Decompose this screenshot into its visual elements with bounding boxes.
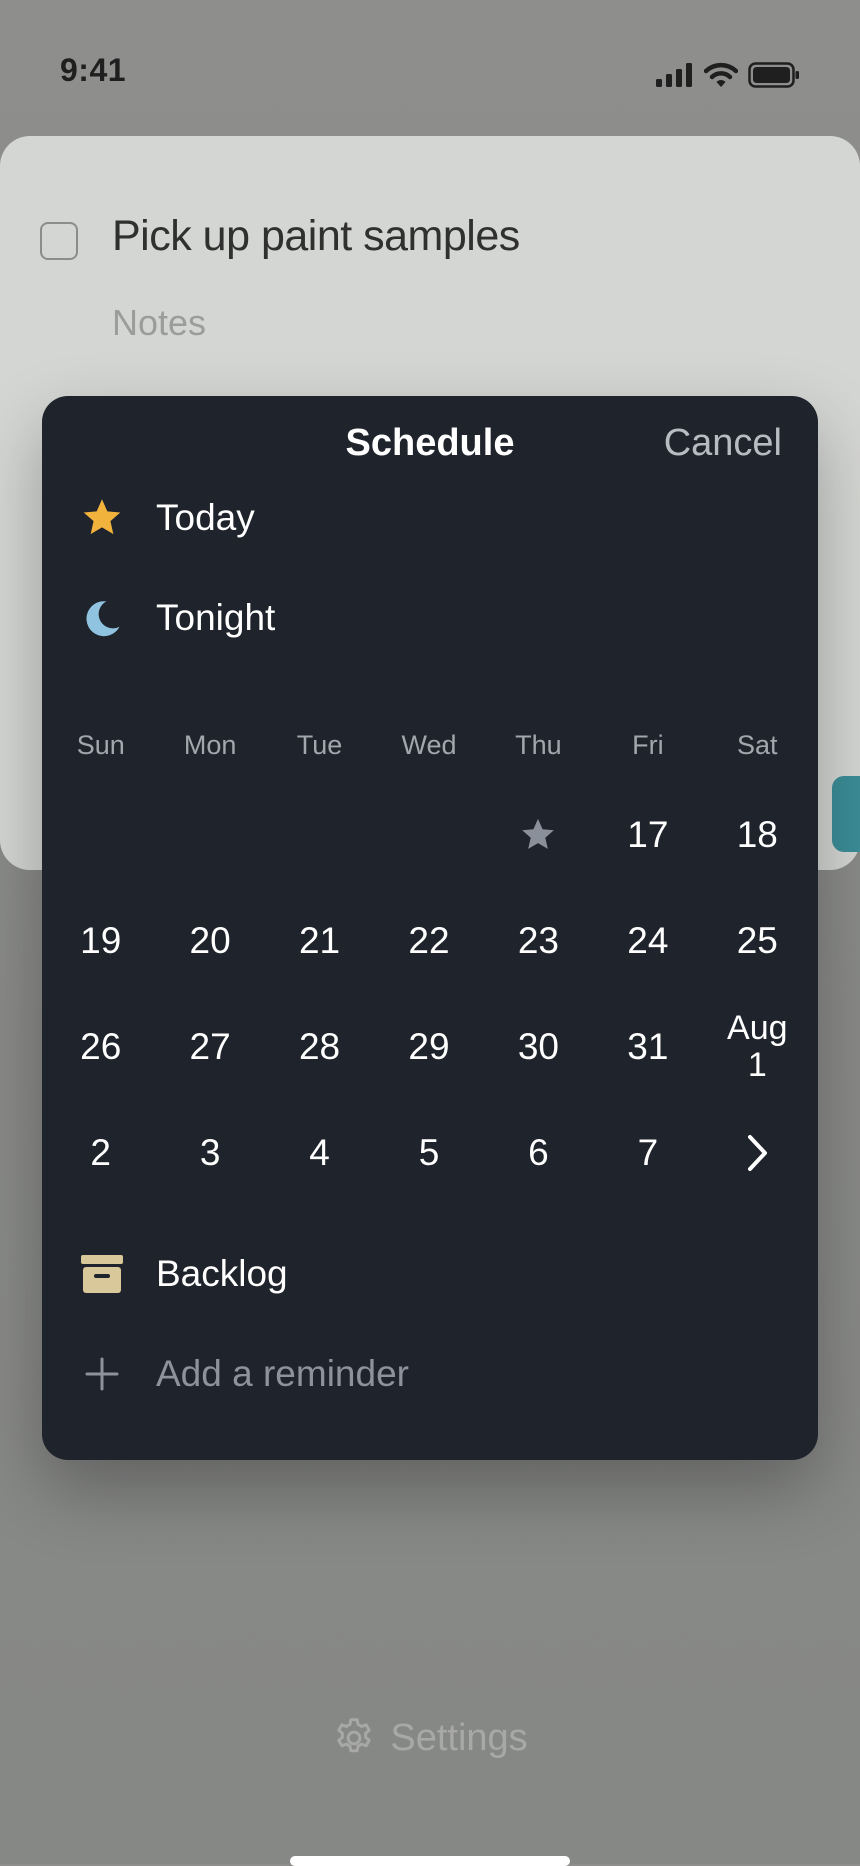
moon-icon <box>78 594 126 642</box>
calendar-empty-cell <box>155 782 264 888</box>
cancel-button[interactable]: Cancel <box>664 422 782 465</box>
calendar-day[interactable]: 21 <box>265 888 374 994</box>
calendar-day[interactable]: 22 <box>374 888 483 994</box>
star-icon <box>78 494 126 542</box>
calendar-day[interactable]: 6 <box>484 1100 593 1206</box>
calendar-day[interactable]: 17 <box>593 782 702 888</box>
backlog-option[interactable]: Backlog <box>78 1250 288 1298</box>
status-time: 9:41 <box>60 52 127 88</box>
calendar-day[interactable]: 29 <box>374 994 483 1100</box>
weekday-label: Thu <box>515 730 562 760</box>
weekday-label: Wed <box>401 730 457 760</box>
task-checkbox[interactable] <box>40 222 78 260</box>
status-icons <box>656 62 800 88</box>
calendar-day[interactable]: 20 <box>155 888 264 994</box>
calendar-day-month-start[interactable]: Aug 1 <box>703 994 812 1100</box>
today-label: Today <box>156 497 255 538</box>
home-indicator <box>290 1856 570 1866</box>
tonight-option[interactable]: Tonight <box>78 594 275 642</box>
today-star-icon <box>522 818 555 849</box>
plus-icon <box>78 1350 126 1398</box>
wifi-icon <box>704 62 738 87</box>
side-tab[interactable] <box>832 776 860 852</box>
status-bar: 9:41 <box>0 0 860 136</box>
calendar-day[interactable]: 25 <box>703 888 812 994</box>
calendar-grid: 17 18 19 20 21 22 23 24 25 26 27 28 29 3… <box>46 782 812 1206</box>
backlog-label: Backlog <box>156 1253 288 1294</box>
settings-label: Settings <box>390 1716 528 1759</box>
calendar-day[interactable]: 4 <box>265 1100 374 1206</box>
cellular-signal-icon <box>656 63 692 87</box>
calendar-empty-cell <box>374 782 483 888</box>
calendar-day[interactable]: 18 <box>703 782 812 888</box>
today-option[interactable]: Today <box>78 494 255 542</box>
schedule-sheet: Schedule Cancel Today Tonight Sun Mon Tu… <box>42 396 818 1460</box>
calendar-day[interactable]: 24 <box>593 888 702 994</box>
calendar-day[interactable]: 19 <box>46 888 155 994</box>
calendar-day-label: Aug 1 <box>727 1008 788 1084</box>
calendar-day[interactable]: 5 <box>374 1100 483 1206</box>
calendar-day[interactable]: 3 <box>155 1100 264 1206</box>
calendar-day[interactable]: 27 <box>155 994 264 1100</box>
battery-icon <box>748 62 799 88</box>
chevron-right-icon <box>748 1135 768 1171</box>
weekday-label: Sun <box>76 730 125 760</box>
weekday-label: Mon <box>183 730 237 760</box>
add-reminder-button[interactable]: Add a reminder <box>78 1350 409 1398</box>
calendar-day[interactable]: 7 <box>593 1100 702 1206</box>
next-weeks-button[interactable] <box>703 1100 812 1206</box>
weekday-label: Tue <box>296 730 343 760</box>
calendar-day[interactable]: 2 <box>46 1100 155 1206</box>
calendar-day[interactable]: 28 <box>265 994 374 1100</box>
calendar-empty-cell <box>265 782 374 888</box>
calendar-day[interactable]: 26 <box>46 994 155 1100</box>
archive-box-icon <box>78 1250 126 1298</box>
weekday-label: Sat <box>737 730 778 760</box>
calendar-day[interactable]: 23 <box>484 888 593 994</box>
gear-icon <box>337 1718 372 1753</box>
task-title[interactable]: Pick up paint samples <box>112 212 520 261</box>
tonight-label: Tonight <box>156 597 276 638</box>
calendar-day[interactable]: 30 <box>484 994 593 1100</box>
calendar-day[interactable]: 31 <box>593 994 702 1100</box>
calendar-day-today[interactable] <box>484 782 593 888</box>
weekday-label: Fri <box>632 730 664 760</box>
settings-button[interactable]: Settings <box>0 1716 860 1760</box>
weekday-header: Sun Mon Tue Wed Thu Fri Sat <box>46 730 812 761</box>
add-reminder-label: Add a reminder <box>156 1353 409 1394</box>
calendar-empty-cell <box>46 782 155 888</box>
notes-field[interactable]: Notes <box>112 302 206 344</box>
